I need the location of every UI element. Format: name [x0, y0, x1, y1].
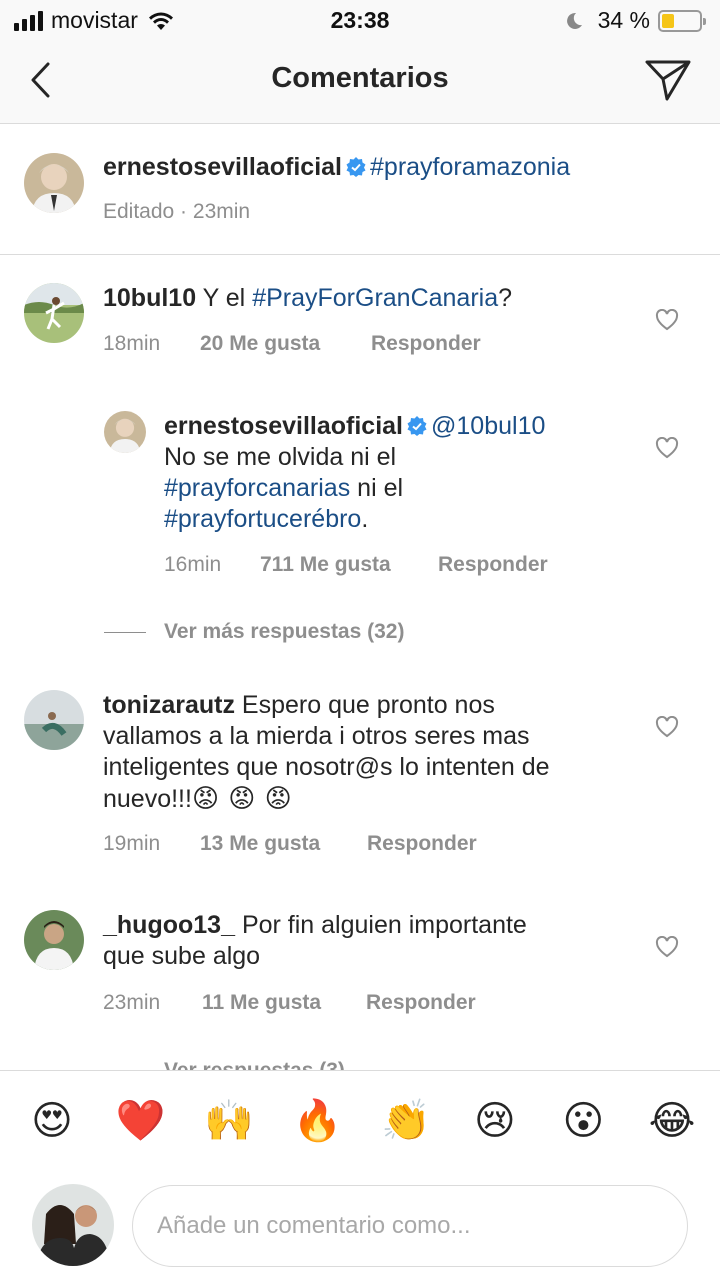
like-button[interactable]	[652, 433, 682, 463]
comment-input[interactable]	[132, 1185, 688, 1267]
comment-line: Por fin alguien importante	[241, 911, 527, 939]
emoji-surprised[interactable]: 😮	[559, 1097, 607, 1145]
emoji-red-heart[interactable]: ❤️	[116, 1097, 166, 1145]
avatar[interactable]	[24, 910, 84, 970]
moon-icon	[566, 12, 582, 29]
likes-link[interactable]: 13 Me gusta	[200, 832, 367, 856]
comment-hashtag[interactable]: #PrayForGranCanaria	[252, 284, 498, 312]
comment-text: tonizarautz Espero que pronto nos vallam…	[103, 690, 550, 815]
more-replies-line	[104, 631, 146, 633]
emoji-quick-bar: 😍 ❤️ 🙌 🔥 👏 😢 😮 😂	[28, 1097, 696, 1145]
angry-face-emoji: 😡 😡 😡	[191, 783, 293, 813]
comment-username[interactable]: _hugoo13_	[103, 911, 235, 939]
post-meta: Editado · 23min	[103, 200, 251, 223]
like-button[interactable]	[652, 932, 682, 962]
comment-body-end: ?	[498, 284, 513, 312]
comment-line: vallamos a la mierda i otros seres mas	[103, 722, 530, 750]
comment-hashtag[interactable]: #prayfortucerébro	[164, 505, 361, 533]
heart-outline-icon	[655, 309, 679, 331]
post-caption: ernestosevillaoficial #prayforamazonia	[103, 152, 570, 183]
view-replies-label: Ver respuestas (3)	[164, 1060, 345, 1070]
emoji-raised-hands[interactable]: 🙌	[204, 1097, 254, 1145]
comment-body: Y el	[202, 284, 253, 312]
comment-line: nuevo!!!	[103, 785, 192, 813]
comment-line: que sube algo	[103, 942, 261, 970]
more-replies-label: Ver más respuestas (32)	[164, 620, 405, 643]
likes-link[interactable]: 711 Me gusta	[260, 553, 438, 577]
reply-text: ernestosevillaoficial @10bul10 No se me o…	[164, 411, 545, 535]
battery-icon	[658, 9, 706, 32]
like-button[interactable]	[652, 305, 682, 335]
reply-line: No se me olvida ni el	[164, 443, 397, 471]
emoji-heart-eyes[interactable]: 😍	[28, 1097, 76, 1145]
reply-button[interactable]: Responder	[438, 553, 548, 577]
status-bar: movistar 23:38 34 %	[0, 0, 720, 40]
page-title: Comentarios	[271, 62, 449, 94]
comment-time: 19min	[103, 832, 161, 855]
likes-link[interactable]: 11 Me gusta	[202, 991, 366, 1015]
avatar[interactable]	[24, 153, 84, 213]
avatar[interactable]	[24, 283, 84, 343]
comment-username[interactable]: 10bul10	[103, 284, 196, 312]
verified-badge-icon	[346, 157, 366, 177]
emoji-clapping[interactable]: 👏	[381, 1097, 431, 1145]
comment-meta: 23min 11 Me gusta Responder	[103, 991, 476, 1015]
reply-button[interactable]: Responder	[366, 991, 476, 1015]
comment-meta: 18min 20 Me gusta Responder	[103, 332, 481, 356]
verified-badge-icon	[407, 416, 427, 436]
comment-meta: 16min 711 Me gusta Responder	[164, 553, 548, 577]
avatar[interactable]	[104, 411, 146, 453]
avatar[interactable]	[24, 690, 84, 750]
comment-time: 16min	[164, 553, 222, 576]
battery-percent: 34 %	[597, 7, 650, 33]
post-username[interactable]: ernestosevillaoficial	[103, 153, 342, 181]
paper-plane-icon	[645, 60, 691, 101]
emoji-fire[interactable]: 🔥	[293, 1097, 343, 1145]
divider	[0, 254, 720, 255]
comment-meta: 19min 13 Me gusta Responder	[103, 832, 477, 856]
header: Comentarios	[0, 40, 720, 124]
comment-time: 18min	[103, 332, 161, 355]
comment-composer: 😍 ❤️ 🙌 🔥 👏 😢 😮 😂	[0, 1070, 720, 1281]
heart-outline-icon	[655, 437, 679, 459]
comment-line: Espero que pronto nos	[241, 691, 495, 719]
reply-line-end: .	[361, 505, 369, 533]
reply-button[interactable]: Responder	[367, 832, 477, 856]
emoji-tears-of-joy[interactable]: 😂	[648, 1097, 696, 1145]
mention-link[interactable]: @10bul10	[431, 412, 545, 440]
view-more-replies[interactable]: Ver más respuestas (32)	[104, 620, 404, 644]
like-button[interactable]	[652, 712, 682, 742]
emoji-crying[interactable]: 😢	[471, 1097, 519, 1145]
reply-button[interactable]: Responder	[371, 332, 481, 356]
comment-hashtag[interactable]: #prayforcanarias	[164, 474, 350, 502]
battery-level	[662, 13, 675, 28]
heart-outline-icon	[655, 716, 679, 738]
likes-link[interactable]: 20 Me gusta	[200, 332, 371, 356]
post-hashtag[interactable]: #prayforamazonia	[370, 153, 570, 181]
comment-line: inteligentes que nosotr@s lo intenten de	[103, 753, 550, 781]
comment-username[interactable]: ernestosevillaoficial	[164, 412, 403, 440]
current-user-avatar	[32, 1184, 114, 1266]
comment-text: _hugoo13_ Por fin alguien importante que…	[103, 910, 527, 972]
heart-outline-icon	[655, 936, 679, 958]
comment-text: 10bul10 Y el #PrayForGranCanaria?	[103, 283, 512, 314]
reply-line: ni el	[350, 474, 404, 502]
comment-time: 23min	[103, 991, 161, 1014]
comment-username[interactable]: tonizarautz	[103, 691, 235, 719]
share-button[interactable]	[642, 54, 694, 106]
view-replies[interactable]: Ver respuestas (3)	[104, 1060, 345, 1070]
